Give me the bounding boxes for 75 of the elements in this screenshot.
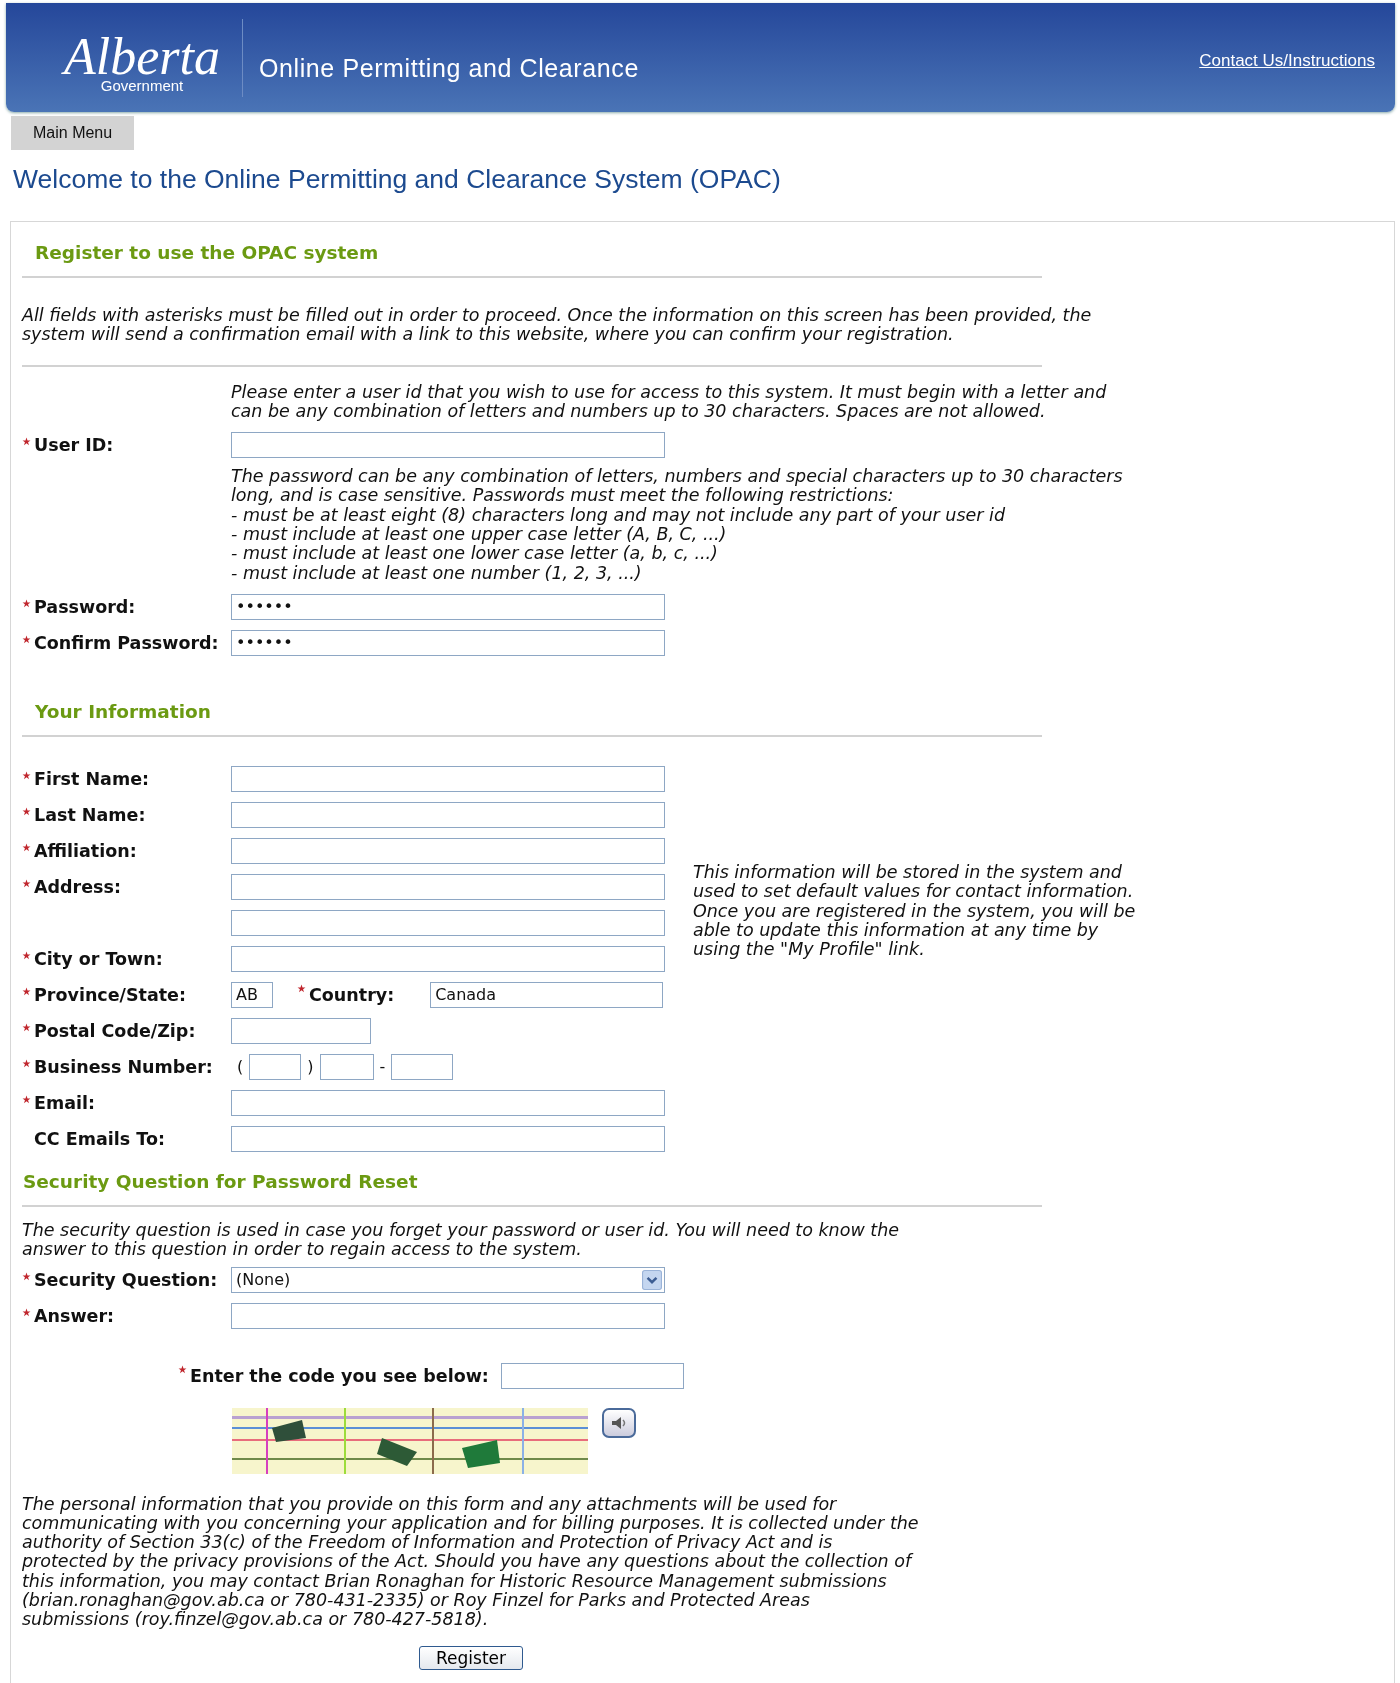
instruction-text: All fields with asterisks must be filled out in order to proceed. Once the information on this screen has been provided, the xyxy=(22,306,1093,326)
text-field[interactable] xyxy=(231,765,665,792)
field-label: Business Number: xyxy=(34,1056,213,1077)
dropdown-icon[interactable] xyxy=(642,1269,662,1290)
text-field[interactable]: Canada xyxy=(430,981,664,1008)
field-label: Email: xyxy=(34,1092,95,1113)
privacy-text: submissions (roy.finzel@gov.ab.ca or 780-427-5818). xyxy=(22,1610,490,1630)
field-label: Affiliation: xyxy=(34,840,137,861)
text-field[interactable] xyxy=(231,873,665,900)
help-text: - must include at least one lower case letter (a, b, c, ...) xyxy=(231,544,719,564)
help-text: long, and is case sensitive. Passwords must meet the following restrictions: xyxy=(231,486,895,506)
field-label: Country: xyxy=(309,984,395,1005)
section-heading: Your Information xyxy=(35,699,212,724)
privacy-text: authority of Section 33(c) of the Freedom of Information and Protection of Privacy Act and is xyxy=(22,1533,834,1553)
field-label: Answer: xyxy=(34,1305,115,1326)
text-field[interactable] xyxy=(319,1053,374,1080)
text-field[interactable] xyxy=(391,1053,454,1080)
info-note: using the "My Profile" link. xyxy=(693,940,926,960)
field-label: Confirm Password: xyxy=(34,632,219,653)
privacy-text: this information, you may contact Brian Ronaghan for Historic Resource Management submissions xyxy=(22,1571,888,1592)
menu-tab[interactable]: Main Menu xyxy=(11,116,135,150)
text-field[interactable] xyxy=(231,945,665,972)
field-label: Postal Code/Zip: xyxy=(34,1020,196,1041)
text-field[interactable]: •••••• xyxy=(231,629,665,656)
text-field[interactable] xyxy=(231,1125,665,1152)
privacy-text: communicating with you concerning your application and for billing purposes. It is collected under the xyxy=(22,1513,920,1534)
logo-subtitle: Government xyxy=(100,77,184,94)
field-label: First Name: xyxy=(34,768,149,789)
instruction-text: The security question is used in case you forget your password or user id. You will need to know the xyxy=(22,1220,900,1241)
field-label: Enter the code you see below: xyxy=(190,1365,489,1386)
field-label: User ID: xyxy=(34,435,114,456)
field-label: Province/State: xyxy=(34,984,186,1005)
privacy-text: (brian.ronaghan@gov.ab.ca or 780-431-2335) or Roy Finzel for Parks and Protected Areas xyxy=(22,1591,811,1611)
text-field[interactable] xyxy=(231,837,665,864)
register-button[interactable]: Register xyxy=(419,1645,523,1670)
text-field[interactable] xyxy=(231,432,665,459)
audio-button[interactable] xyxy=(602,1407,636,1438)
text-field[interactable] xyxy=(231,1302,665,1329)
help-text: can be any combination of letters and numbers up to 30 characters. Spaces are not allowed. xyxy=(231,401,1047,422)
contact-link[interactable]: Contact Us/Instructions xyxy=(1199,50,1375,71)
privacy-text: protected by the privacy provisions of the Act. Should you have any questions about the collection of xyxy=(22,1552,915,1572)
info-note: able to update this information at any time by xyxy=(693,920,1100,941)
code-field[interactable] xyxy=(500,1362,684,1389)
field-label: Password: xyxy=(34,596,136,617)
field-label: Security Question: xyxy=(34,1269,218,1290)
select-field[interactable]: (None) xyxy=(231,1266,665,1293)
instruction-text: system will send a confirmation email with a link to this website, where you can confirm your registration. xyxy=(22,325,955,345)
instruction-text: answer to this question in order to regain access to the system. xyxy=(22,1240,583,1260)
text-field[interactable] xyxy=(231,1017,371,1044)
help-text: Please enter a user id that you wish to use for access to this system. It must begin with a letter and xyxy=(231,382,1107,402)
field-label: Address: xyxy=(34,876,121,897)
help-text: - must include at least one number (1, 2, 3, ...) xyxy=(231,563,643,583)
text-field[interactable] xyxy=(231,909,665,936)
section-heading: Security Question for Password Reset xyxy=(23,1169,419,1194)
privacy-text: The personal information that you provide on this form and any attachments will be used for xyxy=(22,1494,838,1514)
section-heading: Register to use the OPAC system xyxy=(35,241,380,265)
dash-text: - xyxy=(379,1057,386,1077)
paren-text: ) xyxy=(307,1057,314,1077)
field-label: CC Emails To: xyxy=(34,1128,165,1149)
paren-text: ( xyxy=(237,1057,244,1077)
text-field[interactable]: •••••• xyxy=(231,593,665,620)
app-title: Online Permitting and Clearance xyxy=(259,54,639,83)
info-note: Once you are registered in the system, you will be xyxy=(693,901,1136,921)
text-field[interactable] xyxy=(231,801,665,828)
info-note: used to set default values for contact information. xyxy=(693,882,1135,902)
help-text: - must be at least eight (8) characters long and may not include any part of your user id xyxy=(231,505,1007,526)
text-field[interactable]: AB xyxy=(231,981,273,1008)
text-field[interactable] xyxy=(231,1089,665,1116)
text-field[interactable] xyxy=(249,1053,302,1080)
help-text: - must include at least one upper case letter (A, B, C, ...) xyxy=(231,525,728,545)
field-label: City or Town: xyxy=(34,948,163,969)
page-title: Welcome to the Online Permitting and Clearance System (OPAC) xyxy=(13,164,782,195)
info-note: This information will be stored in the system and xyxy=(693,862,1123,883)
field-label: Last Name: xyxy=(34,804,146,825)
help-text: The password can be any combination of letters, numbers and special characters up to 30 characters xyxy=(231,467,1123,487)
